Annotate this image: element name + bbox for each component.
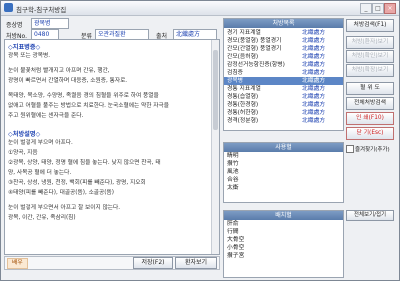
prescription-row[interactable]: 경기 지표계열 北織處方: [224, 29, 343, 37]
prescription-name: 경통(한경형): [227, 102, 259, 108]
text-line: 광목 또는 광목병.: [8, 53, 51, 59]
prescription-row[interactable]: 간모(간열형) 풍열경기 北織處方: [224, 45, 343, 53]
text-line: 없애고 어혈을 풀주는 방법으로 치료한다. 눈국소혈에는 약한 자극을: [8, 103, 169, 109]
prescription-row[interactable]: 경모(풍열형) 풍열경기 北織處方: [224, 37, 343, 45]
mix-point-item[interactable]: 肝俞: [224, 220, 343, 228]
prescription-name: 간모(간열형) 풍열경기: [227, 46, 282, 52]
prescription-row[interactable]: 감정선거능항진증(항병) 北織處方: [224, 61, 343, 69]
mix-points-list: 肝俞 行間 大骨空 小骨空 攢子宮: [224, 220, 343, 260]
save-button[interactable]: 저장(F2): [133, 257, 173, 269]
bottom-bar: 배우 저장(F2) 환자보기: [4, 256, 220, 270]
prescription-source: 北織處方: [302, 30, 326, 36]
prescription-source: 北織處方: [302, 62, 326, 68]
text-line: ①양곡, 지음: [8, 150, 38, 156]
category-tag: 배우: [7, 258, 28, 269]
acupoint-chart-button[interactable]: 혈 위 도: [346, 82, 394, 95]
scrollbar-thumb[interactable]: [213, 50, 218, 130]
mix-point-item[interactable]: 攢子宮: [224, 252, 343, 260]
print-button[interactable]: 인 쇄(F10): [346, 112, 394, 125]
mix-points-header: 배치혈: [224, 211, 343, 220]
all-prescription-search-button[interactable]: 전체처방검색: [346, 97, 394, 110]
prescription-source: 北織處方: [302, 46, 326, 52]
prescription-row[interactable]: 경통(습열형) 北織處方: [224, 93, 343, 101]
points-list: 睛明 攢竹 風池 合谷 太衝: [224, 152, 343, 192]
scrollbar[interactable]: [211, 40, 219, 254]
prescription-name: 검침증: [227, 70, 243, 76]
prescription-name: 간모(음허형): [227, 54, 259, 60]
prescription-source: 北織處方: [302, 86, 326, 92]
prescription-row[interactable]: 검침증 北織處方: [224, 69, 343, 77]
toggle-all-button[interactable]: 전체보기/접기: [346, 210, 394, 221]
acupoint-item[interactable]: 攢竹: [224, 160, 343, 168]
close-icon[interactable]: ×: [384, 3, 396, 14]
acupoint-item[interactable]: 風池: [224, 168, 343, 176]
prescription-list-header: 처방목록: [224, 19, 343, 28]
acupoint-item[interactable]: 睛明: [224, 152, 343, 160]
text-line: 광명이 빠르면서 간열하며 대응증, 소원증, 통자로.: [8, 78, 128, 84]
close-button[interactable]: 닫 기(Esc): [346, 127, 394, 140]
name-field[interactable]: 광목병: [31, 18, 69, 29]
prescription-name: 감정선거능항진증(항병): [227, 62, 285, 68]
prescription-source: 北織處方: [302, 54, 326, 60]
prescription-list-panel: 처방목록 경기 지표계열 北織處方 경모(풍열형) 풍열경기 北織處方 간모(간열형) …: [223, 18, 344, 131]
text-line: 눈이 벌겋게 부으며 아프다.: [8, 140, 73, 146]
mix-point-item[interactable]: 大骨空: [224, 236, 343, 244]
prescription-source: 北織處方: [302, 118, 326, 124]
section-title-prescription: ◇처방설명◇: [8, 131, 41, 138]
text-line: ④태양(피를 빼준다), 대골공(뜸), 소골공(뜸): [8, 190, 114, 196]
search-prescription-button[interactable]: 처방검색(F1): [346, 19, 394, 32]
name-label: 증상명: [6, 22, 23, 29]
maximize-button[interactable]: □: [372, 3, 384, 14]
prescription-row[interactable]: 광목병 北織處方: [224, 77, 343, 85]
description-text-area[interactable]: ◇지표병증◇ 광목 또는 광목병. 눈이 불꽃처럼 빨개지고 아프며 간유, 행…: [4, 39, 220, 255]
prescription-name: 경통(허한형): [227, 110, 259, 116]
app-icon: [4, 3, 13, 12]
window: 침구학-침구처방집 _ □ × 증상명 광목병 처방No. 0480 분류 오관…: [0, 0, 400, 281]
minimize-button[interactable]: _: [360, 3, 372, 14]
mix-point-item[interactable]: 小骨空: [224, 244, 343, 252]
prescription-source: 北織處方: [302, 78, 326, 84]
text-line: 눈이 불꽃처럼 빨개지고 아프며 간유, 행간,: [8, 68, 110, 74]
text-line: 눈이 벌겋게 부으면서 아프고 잘 보이지 않는다.: [8, 205, 121, 211]
prescription-source: 北織處方: [302, 102, 326, 108]
prescription-name: 경격(정분형): [227, 118, 259, 124]
prescription-source: 北織處方: [302, 110, 326, 116]
favorite-label: 즐겨찾기(추가): [355, 147, 390, 153]
prescription-source: 北織處方: [302, 70, 326, 76]
favorite-checkbox[interactable]: [346, 145, 354, 153]
points-panel: 사용혈 睛明 攢竹 風池 合谷 太衝: [223, 142, 344, 203]
view-patient-button[interactable]: 환자보기: [175, 257, 217, 269]
prescription-name: 경통(습열형): [227, 94, 259, 100]
prescription-source: 北織處方: [302, 38, 326, 44]
acupoint-item[interactable]: 太衝: [224, 184, 343, 192]
prescription-name: 광목병: [227, 78, 243, 84]
mix-points-panel: 배치혈 肝俞 行間 大骨空 小骨空 攢子宮: [223, 210, 344, 278]
prescription-name: 경통 지표계열: [227, 86, 261, 92]
text-line: 광목, 이간, 간유, 족삼리(침): [8, 215, 76, 221]
prescription-row[interactable]: 경격(정분형) 北織處方: [224, 117, 343, 125]
prescription-row[interactable]: 경통(한경형) 北織處方: [224, 101, 343, 109]
text-line: ②광목, 상양, 태양, 정명 혈에 침을 놓는다. 낮지 않으면 찬곡, 태: [8, 160, 161, 166]
acupoint-item[interactable]: 合谷: [224, 176, 343, 184]
text-line: 양, 사목공 혈에 더 놓는다.: [8, 170, 72, 176]
prescription-name: 경기 지표계열: [227, 30, 261, 36]
window-title: 침구학-침구처방집: [16, 6, 67, 14]
points-header: 사용혈: [224, 143, 343, 152]
prescription-row[interactable]: 경통(허한형) 北織處方: [224, 109, 343, 117]
view-prescription-confirm-button[interactable]: 처방(확인)보기: [346, 50, 394, 63]
section-title-symptoms: ◇지표병증◇: [8, 44, 41, 51]
text-line: ③찬곡, 상성, 냉원, 천정, 백회(피를 빼준다), 광명, 지오회: [8, 180, 146, 186]
prescription-row[interactable]: 간모(음허형) 北織處方: [224, 53, 343, 61]
prescription-source: 北織處方: [302, 94, 326, 100]
title-bar: 침구학-침구처방집 _ □ ×: [1, 1, 399, 16]
prescription-name: 경모(풍열형) 풍열경기: [227, 38, 282, 44]
prescription-row[interactable]: 경통 지표계열 北織處方: [224, 85, 343, 93]
view-prescription-expand-button[interactable]: 처방(확장)보기: [346, 64, 394, 77]
text-line: 목태양, 목소양, 수양명, 족궐음 경의 침혈을 위주로 하여 풍열을: [8, 93, 159, 99]
text-line: 주고 원위혈에는 센자극을 준다.: [8, 113, 84, 119]
mix-point-item[interactable]: 行間: [224, 228, 343, 236]
view-prescription-patient-button[interactable]: 처방(환자)보기: [346, 36, 394, 49]
